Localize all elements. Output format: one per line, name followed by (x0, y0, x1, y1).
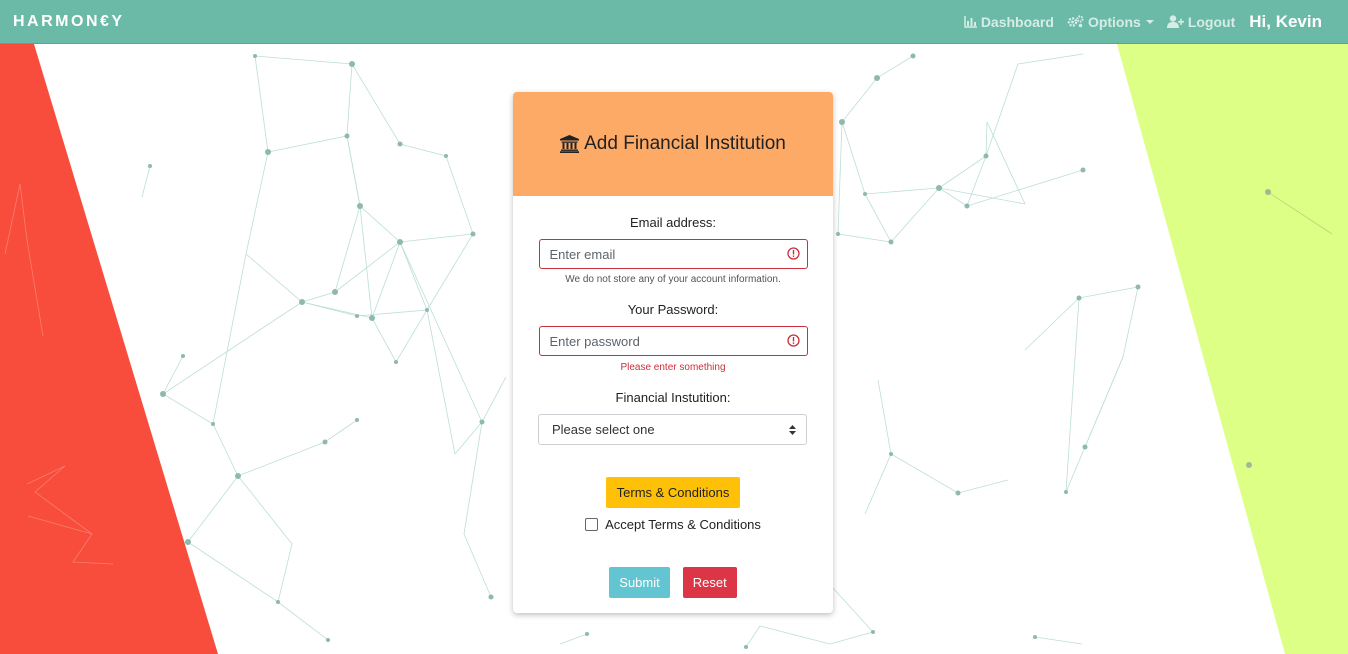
accept-terms-checkbox[interactable] (585, 518, 599, 531)
nav-dashboard[interactable]: Dashboard (964, 14, 1054, 30)
card-body: Email address: We do not store any of yo… (513, 215, 833, 598)
gears-icon (1067, 15, 1084, 28)
navbar: HARMON€Y Dashboard Options Logout Hi, Ke… (0, 0, 1348, 44)
bank-icon (560, 135, 580, 153)
select-arrows-icon (789, 425, 796, 435)
card-header: Add Financial Institution (513, 92, 833, 196)
terms-button[interactable]: Terms & Conditions (605, 477, 741, 508)
password-field-wrap (538, 326, 808, 356)
form-actions: Submit Reset (538, 567, 808, 598)
nav-dashboard-label: Dashboard (980, 13, 1054, 30)
institution-select-value: Please select one (552, 422, 655, 437)
left-red-panel (0, 44, 218, 654)
nav-logout[interactable]: Logout (1166, 13, 1236, 30)
institution-select[interactable]: Please select one (538, 414, 807, 445)
email-help-text: We do not store any of your account info… (565, 274, 781, 285)
password-field[interactable] (538, 326, 808, 356)
add-institution-card: Add Financial Institution Email address:… (513, 92, 833, 613)
email-field[interactable] (538, 239, 808, 269)
error-icon (787, 334, 800, 347)
password-label: Your Password: (627, 302, 719, 317)
accept-terms-row: Accept Terms & Conditions (538, 517, 808, 532)
email-label: Email address: (630, 215, 716, 230)
password-error-text: Please enter something (620, 362, 726, 373)
nav-logout-label: Logout (1187, 13, 1236, 30)
nav-right: Dashboard Options Logout Hi, Kevin (951, 0, 1322, 44)
accept-terms-label[interactable]: Accept Terms & Conditions (605, 517, 761, 532)
nav-options-label: Options (1087, 13, 1141, 30)
brand-logo[interactable]: HARMON€Y (13, 13, 125, 31)
user-greeting: Hi, Kevin (1249, 11, 1322, 31)
error-icon (787, 247, 800, 260)
user-plus-icon (1166, 15, 1184, 28)
nav-options-dropdown[interactable]: Options (1067, 14, 1154, 30)
email-field-wrap (538, 239, 808, 269)
institution-label: Financial Instutition: (615, 390, 731, 405)
right-lime-panel (1117, 44, 1348, 654)
chart-icon (964, 15, 977, 28)
card-title: Add Financial Institution (584, 133, 786, 154)
reset-button[interactable]: Reset (682, 567, 737, 598)
submit-button[interactable]: Submit (609, 567, 670, 598)
chevron-down-icon (1145, 19, 1154, 24)
